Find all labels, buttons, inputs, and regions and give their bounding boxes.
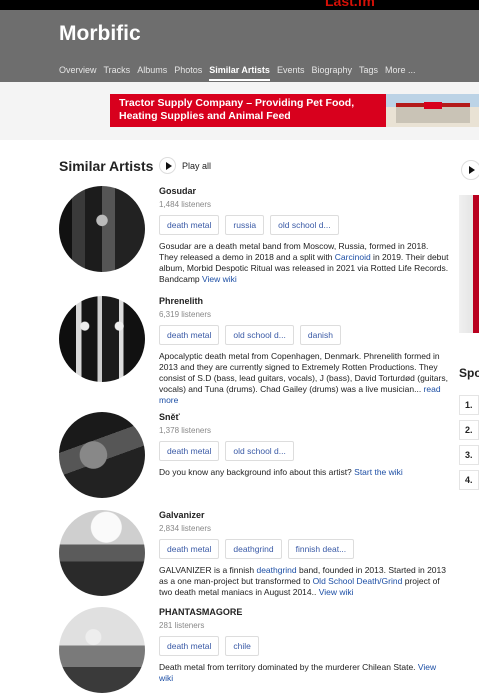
artist-bio: Gosudar are a death metal band from Mosc… <box>159 241 449 285</box>
sidebar-rank-1[interactable]: 1. <box>459 395 479 415</box>
sidebar-ad-image[interactable] <box>459 195 479 333</box>
sidebar-heading: Spo <box>459 366 479 380</box>
artist-avatar[interactable] <box>59 186 145 272</box>
listener-count: 6,319 listeners <box>159 310 212 319</box>
tag-link[interactable]: death metal <box>159 215 220 235</box>
sidebar-play-button[interactable] <box>461 160 479 180</box>
tag-list: death metal russia old school d... <box>159 215 449 235</box>
play-all-label: Play all <box>182 160 212 171</box>
artist-avatar[interactable] <box>59 607 145 693</box>
bio-text: Apocalyptic death metal from Copenhagen,… <box>159 351 448 394</box>
artist-header: Morbific Overview Tracks Albums Photos S… <box>0 10 479 82</box>
start-wiki-link[interactable]: Start the wiki <box>354 467 403 477</box>
tag-link[interactable]: deathgrind <box>225 539 282 559</box>
view-wiki-link[interactable]: View wiki <box>202 274 237 284</box>
site-topbar: Last.fm <box>0 0 479 10</box>
tag-link[interactable]: russia <box>225 215 265 235</box>
tab-tags[interactable]: Tags <box>359 65 378 81</box>
artist-title[interactable]: Morbific <box>59 22 141 46</box>
play-icon <box>159 157 176 174</box>
ad-strip: Tractor Supply Company – Providing Pet F… <box>0 82 479 140</box>
play-all-button[interactable]: Play all <box>159 157 211 174</box>
artist-name-link[interactable]: Sněť <box>159 412 449 422</box>
listener-count: 1,378 listeners <box>159 426 212 435</box>
tag-link[interactable]: chile <box>225 636 259 656</box>
bio-text: Do you know any background info about th… <box>159 467 355 477</box>
tab-tracks[interactable]: Tracks <box>104 65 131 81</box>
tab-photos[interactable]: Photos <box>174 65 202 81</box>
tag-list: death metal chile <box>159 636 449 656</box>
genre-link[interactable]: deathgrind <box>256 565 296 575</box>
play-icon <box>469 166 475 174</box>
ad-banner[interactable]: Tractor Supply Company – Providing Pet F… <box>110 94 479 127</box>
site-logo[interactable]: Last.fm <box>325 0 375 9</box>
view-wiki-link[interactable]: View wiki <box>319 587 354 597</box>
artist-nav: Overview Tracks Albums Photos Similar Ar… <box>59 65 423 81</box>
artist-name-link[interactable]: PHANTASMAGORE <box>159 607 449 617</box>
listener-count: 1,484 listeners <box>159 200 212 209</box>
listener-count: 2,834 listeners <box>159 524 212 533</box>
artist-bio: GALVANIZER is a finnish deathgrind band,… <box>159 565 449 598</box>
tag-list: death metal old school d... danish <box>159 325 449 345</box>
tab-events[interactable]: Events <box>277 65 305 81</box>
sidebar-rank-2[interactable]: 2. <box>459 420 479 440</box>
tab-biography[interactable]: Biography <box>311 65 352 81</box>
artist-avatar[interactable] <box>59 296 145 382</box>
tab-albums[interactable]: Albums <box>137 65 167 81</box>
bio-text: GALVANIZER is a finnish <box>159 565 257 575</box>
artist-bio: Do you know any background info about th… <box>159 467 449 478</box>
tag-link[interactable]: death metal <box>159 325 220 345</box>
artist-bio: Death metal from territory dominated by … <box>159 662 449 684</box>
tag-link[interactable]: death metal <box>159 636 220 656</box>
tag-link[interactable]: death metal <box>159 539 220 559</box>
tab-similar-artists[interactable]: Similar Artists <box>209 65 270 81</box>
listener-count: 281 listeners <box>159 621 205 630</box>
section-title: Similar Artists <box>59 158 154 174</box>
tag-link[interactable]: old school d... <box>225 441 294 461</box>
sidebar-rank-3[interactable]: 3. <box>459 445 479 465</box>
ad-text: Tractor Supply Company – Providing Pet F… <box>119 97 355 122</box>
ad-store-image <box>386 94 479 127</box>
artist-name-link[interactable]: Galvanizer <box>159 510 449 520</box>
tag-list: death metal deathgrind finnish deat... <box>159 539 449 559</box>
tag-link[interactable]: finnish deat... <box>287 539 355 559</box>
related-artist-link[interactable]: Carcinoid <box>335 252 371 262</box>
store-sign-graphic <box>424 102 442 109</box>
tag-list: death metal old school d... <box>159 441 449 461</box>
artist-name-link[interactable]: Phrenelith <box>159 296 449 306</box>
artist-name-link[interactable]: Gosudar <box>159 186 449 196</box>
tab-overview[interactable]: Overview <box>59 65 97 81</box>
bio-text: Death metal from territory dominated by … <box>159 662 418 672</box>
tag-link[interactable]: old school d... <box>270 215 339 235</box>
tag-link[interactable]: old school d... <box>225 325 294 345</box>
sidebar-rank-4[interactable]: 4. <box>459 470 479 490</box>
artist-avatar[interactable] <box>59 412 145 498</box>
tag-link[interactable]: death metal <box>159 441 220 461</box>
tab-more[interactable]: More ... <box>385 65 416 81</box>
genre-link[interactable]: Old School Death/Grind <box>313 576 403 586</box>
tag-link[interactable]: danish <box>299 325 341 345</box>
artist-bio: Apocalyptic death metal from Copenhagen,… <box>159 351 449 406</box>
artist-avatar[interactable] <box>59 510 145 596</box>
